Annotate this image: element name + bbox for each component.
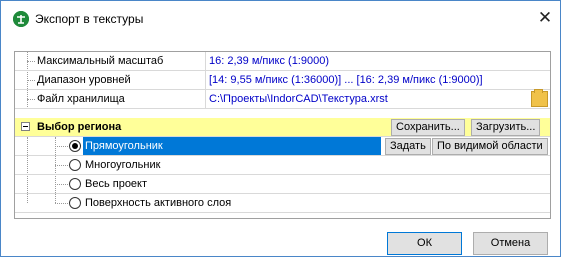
property-name: Диапазон уровней [37, 74, 131, 86]
property-row-level-range[interactable]: Диапазон уровней [14: 9,55 м/пикс (1:360… [15, 71, 550, 90]
save-region-button[interactable]: Сохранить... [391, 119, 465, 136]
region-option-label: Многоугольник [85, 159, 161, 171]
property-row-max-scale[interactable]: Максимальный масштаб 16: 2,39 м/пикс (1:… [15, 52, 550, 71]
export-textures-dialog: Экспорт в текстуры ✕ Максимальный масшта… [0, 0, 561, 257]
set-button[interactable]: Задать [385, 138, 431, 155]
region-option-polygon[interactable]: Многоугольник [15, 156, 550, 175]
property-grid: Максимальный масштаб 16: 2,39 м/пикс (1:… [14, 51, 551, 219]
tree-connector [27, 99, 35, 100]
region-option-label: Весь проект [85, 178, 148, 190]
region-option-rectangle[interactable]: Прямоугольник Задать По видимой области [15, 137, 550, 156]
region-option-whole-project[interactable]: Весь проект [15, 175, 550, 194]
property-name: Файл хранилища [37, 93, 125, 105]
region-option-label: Прямоугольник [85, 140, 163, 152]
title-bar: Экспорт в текстуры ✕ [1, 1, 560, 37]
close-icon[interactable]: ✕ [533, 7, 557, 31]
folder-browse-icon[interactable] [531, 89, 548, 107]
property-name: Максимальный масштаб [37, 55, 164, 67]
radio-button[interactable] [69, 178, 81, 190]
region-section-header[interactable]: Выбор региона Сохранить... Загрузить... [15, 118, 550, 137]
collapse-icon[interactable] [21, 122, 30, 131]
ok-button[interactable]: ОК [387, 232, 462, 255]
app-logo-icon [13, 11, 29, 27]
load-region-button[interactable]: Загрузить... [471, 119, 541, 136]
window-title: Экспорт в текстуры [35, 12, 144, 26]
tree-connector [27, 61, 35, 62]
property-value[interactable]: [14: 9,55 м/пикс (1:36000)] ... [16: 2,3… [205, 71, 550, 89]
property-row-storage-file[interactable]: Файл хранилища C:\Проекты\IndorCAD\Текст… [15, 89, 550, 109]
region-option-label: Поверхность активного слоя [85, 197, 232, 209]
cancel-button[interactable]: Отмена [473, 232, 548, 255]
tree-connector [27, 80, 35, 81]
radio-button[interactable] [69, 159, 81, 171]
property-value[interactable]: C:\Проекты\IndorCAD\Текстура.xrst [205, 90, 550, 108]
radio-button[interactable] [69, 197, 81, 209]
radio-button[interactable] [69, 140, 81, 152]
visible-area-button[interactable]: По видимой области [432, 138, 548, 155]
region-section-title: Выбор региона [37, 121, 122, 133]
property-value[interactable]: 16: 2,39 м/пикс (1:9000) [205, 52, 550, 70]
region-option-active-layer-surface[interactable]: Поверхность активного слоя [15, 194, 550, 213]
